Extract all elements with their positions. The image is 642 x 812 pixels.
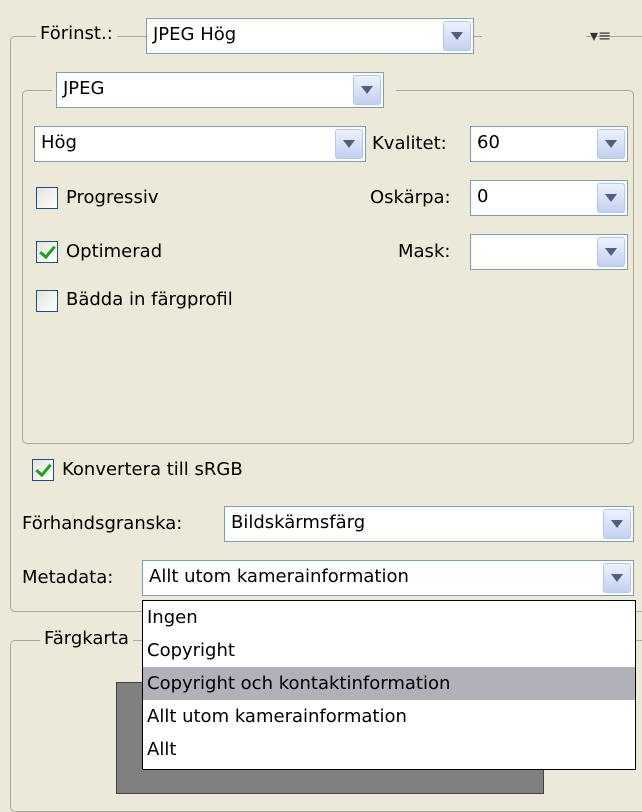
preset-label: Förinst.: [36,23,117,45]
metadata-option[interactable]: Allt [143,733,635,766]
embed-profile-checkbox[interactable] [36,290,58,312]
mask-input[interactable] [470,234,628,270]
optimized-label[interactable]: Optimerad [66,240,162,264]
convert-srgb-checkbox[interactable] [32,459,54,481]
format-select-value: JPEG [63,78,105,99]
quality-preset-value: Hög [41,132,77,153]
blur-label: Oskärpa: [370,187,451,208]
embed-profile-label[interactable]: Bädda in färgprofil [66,288,233,312]
chevron-down-icon[interactable] [597,237,625,267]
chevron-down-icon[interactable] [603,509,631,539]
metadata-select-value: Allt utom kamerainformation [149,566,409,587]
quality-label: Kvalitet: [372,133,447,154]
chevron-down-icon[interactable] [597,129,625,159]
panel-menu-icon[interactable]: ▾≡ [590,26,630,46]
quality-preset-select[interactable]: Hög [34,126,366,162]
format-select[interactable]: JPEG [56,72,384,108]
convert-srgb-label[interactable]: Konvertera till sRGB [62,458,243,482]
chevron-down-icon[interactable] [597,183,625,213]
chevron-down-icon[interactable] [603,563,631,593]
preview-label: Förhandsgranska: [22,513,183,534]
preview-select-value: Bildskärmsfärg [231,512,366,533]
preset-select[interactable]: JPEG Hög [146,18,474,54]
quality-input[interactable]: 60 [470,126,628,162]
chevron-down-icon[interactable] [335,129,363,159]
progressive-checkbox[interactable] [36,187,58,209]
quality-value: 60 [477,132,500,153]
color-table-label: Färgkarta [40,628,133,650]
metadata-options-list[interactable]: Ingen Copyright Copyright och kontaktinf… [142,600,636,770]
metadata-label: Metadata: [22,567,114,588]
chevron-down-icon[interactable] [443,21,471,51]
metadata-option-highlighted[interactable]: Copyright och kontaktinformation [143,667,635,700]
metadata-option[interactable]: Ingen [143,601,635,634]
progressive-label[interactable]: Progressiv [66,186,158,210]
blur-value: 0 [477,186,489,207]
metadata-option[interactable]: Allt utom kamerainformation [143,700,635,733]
preview-select[interactable]: Bildskärmsfärg [224,506,634,542]
preset-select-value: JPEG Hög [153,24,237,45]
blur-input[interactable]: 0 [470,180,628,216]
optimized-checkbox[interactable] [36,241,58,263]
chevron-down-icon[interactable] [353,75,381,105]
metadata-option[interactable]: Copyright [143,634,635,667]
metadata-select[interactable]: Allt utom kamerainformation [142,560,634,596]
mask-label: Mask: [398,241,451,262]
preset-line [482,36,586,37]
